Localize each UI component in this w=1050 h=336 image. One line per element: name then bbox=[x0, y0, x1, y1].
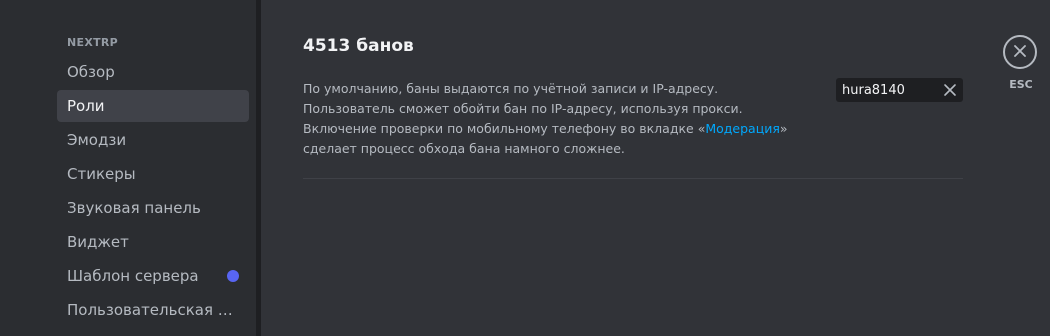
sidebar-item-label: Роли bbox=[67, 97, 105, 115]
new-badge-dot bbox=[227, 270, 239, 282]
sidebar-item-custom-link[interactable]: Пользовательская сс... bbox=[57, 294, 249, 326]
ban-search-box bbox=[836, 78, 963, 102]
ban-search-input[interactable] bbox=[842, 82, 937, 98]
sidebar-item-label: Виджет bbox=[67, 233, 129, 251]
content-divider bbox=[303, 178, 963, 179]
page-title: 4513 банов bbox=[303, 36, 414, 56]
sidebar-item-label: Стикеры bbox=[67, 165, 136, 183]
sidebar-item-label: Эмодзи bbox=[67, 131, 127, 149]
sidebar-item-label: Звуковая панель bbox=[67, 199, 201, 217]
sidebar-item-roles[interactable]: Роли bbox=[57, 90, 249, 122]
sidebar-divider bbox=[256, 0, 261, 336]
sidebar-item-emoji[interactable]: Эмодзи bbox=[57, 124, 249, 156]
esc-label: ESC bbox=[1009, 78, 1033, 91]
server-name-header: NEXTRP bbox=[67, 36, 119, 49]
close-icon[interactable] bbox=[942, 82, 958, 98]
sidebar-item-stickers[interactable]: Стикеры bbox=[57, 158, 249, 190]
bans-description: По умолчанию, баны выдаются по учётной з… bbox=[303, 79, 803, 159]
sidebar-item-overview[interactable]: Обзор bbox=[57, 56, 249, 88]
sidebar-item-label: Шаблон сервера bbox=[67, 267, 199, 285]
close-circle-icon bbox=[1013, 43, 1027, 62]
sidebar-item-server-template[interactable]: Шаблон сервера bbox=[57, 260, 249, 292]
close-settings-button[interactable] bbox=[1003, 35, 1037, 69]
settings-sidebar: NEXTRP Обзор Роли Эмодзи Стикеры Звукова… bbox=[0, 0, 256, 336]
sidebar-item-soundboard[interactable]: Звуковая панель bbox=[57, 192, 249, 224]
sidebar-item-widget[interactable]: Виджет bbox=[57, 226, 249, 258]
moderation-link[interactable]: Модерация bbox=[705, 121, 780, 136]
server-settings-window: NEXTRP Обзор Роли Эмодзи Стикеры Звукова… bbox=[0, 0, 1050, 336]
sidebar-item-label: Пользовательская сс... bbox=[67, 301, 235, 319]
description-text: По умолчанию, баны выдаются по учётной з… bbox=[303, 81, 743, 136]
sidebar-item-label: Обзор bbox=[67, 63, 115, 81]
